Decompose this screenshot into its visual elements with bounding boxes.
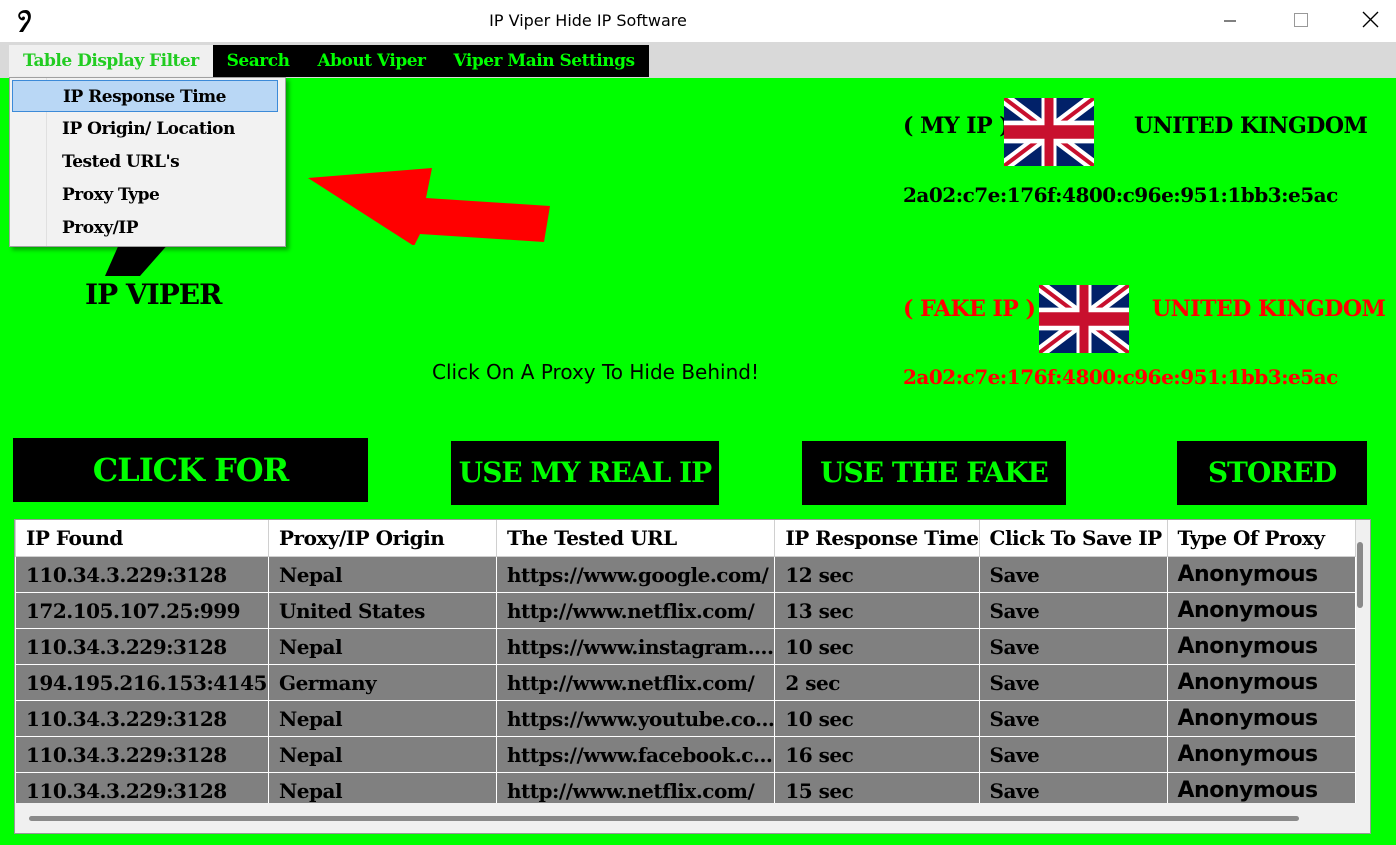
hint-text: Click On A Proxy To Hide Behind! xyxy=(432,360,759,384)
minimize-icon xyxy=(1224,20,1236,22)
menu-items: Table Display Filter Search About Viper … xyxy=(9,45,649,77)
dropdown-item-tested-urls[interactable]: Tested URL's xyxy=(12,146,278,178)
cell-ip: 110.34.3.229:3128 xyxy=(15,556,269,593)
fake-ip-address: 2a02:c7e:176f:4800:c96e:951:1bb3:e5ac xyxy=(903,365,1338,389)
vertical-scrollbar[interactable] xyxy=(1357,542,1363,608)
cell-save[interactable]: Save xyxy=(978,556,1168,593)
cell-ip: 110.34.3.229:3128 xyxy=(15,700,269,737)
cell-response-time: 10 sec xyxy=(774,700,980,737)
my-ip-address: 2a02:c7e:176f:4800:c96e:951:1bb3:e5ac xyxy=(903,183,1338,207)
menu-viper-main-settings[interactable]: Viper Main Settings xyxy=(440,45,649,77)
cell-proxy-type: Anonymous xyxy=(1166,628,1356,665)
cell-origin: Nepal xyxy=(268,556,497,593)
cell-proxy-type: Anonymous xyxy=(1166,700,1356,737)
cell-url: http://www.netflix.com/ xyxy=(495,664,776,701)
stored-ips-button[interactable]: STORED IP'S xyxy=(1177,441,1367,553)
uk-flag-icon xyxy=(1039,285,1129,353)
uk-flag-icon xyxy=(1004,98,1094,166)
use-my-real-ip-button[interactable]: USE MY REAL IP xyxy=(451,441,719,505)
cell-ip: 172.105.107.25:999 xyxy=(15,592,269,629)
cell-save[interactable]: Save xyxy=(978,628,1168,665)
viper-logo-icon xyxy=(105,242,170,276)
menu-search[interactable]: Search xyxy=(213,45,304,77)
cell-proxy-type: Anonymous xyxy=(1166,664,1356,701)
cell-ip: 110.34.3.229:3128 xyxy=(15,628,269,665)
dropdown-item-ip-response-time[interactable]: IP Response Time xyxy=(12,80,278,112)
menu-table-display-filter[interactable]: Table Display Filter xyxy=(9,45,213,77)
use-the-fake-ip-button[interactable]: USE THE FAKE IP xyxy=(802,441,1066,553)
cell-response-time: 16 sec xyxy=(774,736,980,773)
cell-url: https://www.google.com/ xyxy=(495,556,776,593)
cell-response-time: 10 sec xyxy=(774,628,980,665)
table-row[interactable]: 172.105.107.25:999 United States http://… xyxy=(15,592,1356,629)
dropdown-item-ip-origin-location[interactable]: IP Origin/ Location xyxy=(12,113,278,145)
col-header-save-ip[interactable]: Click To Save IP xyxy=(978,520,1168,557)
title-bar: IP Viper Hide IP Software xyxy=(0,0,1396,42)
cell-url: https://www.facebook.c... xyxy=(495,736,776,773)
minimize-button[interactable] xyxy=(1200,0,1260,42)
cell-origin: Nepal xyxy=(268,628,497,665)
table-header-row: IP Found Proxy/IP Origin The Tested URL … xyxy=(15,520,1356,557)
cell-save[interactable]: Save xyxy=(978,592,1168,629)
close-button[interactable] xyxy=(1340,0,1396,42)
cell-origin: United States xyxy=(268,592,497,629)
col-header-tested-url[interactable]: The Tested URL xyxy=(495,520,776,557)
fake-ip-country: UNITED KINGDOM xyxy=(1152,296,1386,322)
cell-ip: 194.195.216.153:4145 xyxy=(15,664,269,701)
table-row[interactable]: 194.195.216.153:4145 Germany http://www.… xyxy=(15,664,1356,701)
col-header-response-time[interactable]: IP Response Time xyxy=(774,520,980,557)
cell-proxy-type: Anonymous xyxy=(1166,736,1356,773)
col-header-proxy-type[interactable]: Type Of Proxy xyxy=(1166,520,1356,557)
maximize-icon xyxy=(1294,13,1308,27)
table-row[interactable]: 110.34.3.229:3128 Nepal https://www.inst… xyxy=(15,628,1356,665)
window-title: IP Viper Hide IP Software xyxy=(489,11,687,30)
cell-save[interactable]: Save xyxy=(978,736,1168,773)
table-filter-dropdown: IP Response Time IP Origin/ Location Tes… xyxy=(9,77,286,247)
cell-url: http://www.netflix.com/ xyxy=(495,592,776,629)
cell-url: https://www.youtube.co... xyxy=(495,700,776,737)
cell-proxy-type: Anonymous xyxy=(1166,592,1356,629)
proxy-table-container: IP Found Proxy/IP Origin The Tested URL … xyxy=(14,519,1371,834)
table-row[interactable]: 110.34.3.229:3128 Nepal https://www.face… xyxy=(15,736,1356,773)
cell-proxy-type: Anonymous xyxy=(1166,556,1356,593)
cell-response-time: 13 sec xyxy=(774,592,980,629)
dropdown-item-proxy-ip[interactable]: Proxy/IP xyxy=(12,212,278,244)
maximize-button[interactable] xyxy=(1270,0,1330,42)
table-row[interactable]: 110.34.3.229:3128 Nepal https://www.goog… xyxy=(15,556,1356,593)
cell-origin: Nepal xyxy=(268,700,497,737)
logo-text: IP VIPER xyxy=(85,278,222,311)
close-icon xyxy=(1362,11,1379,28)
col-header-ip-found[interactable]: IP Found xyxy=(15,520,269,557)
dropdown-item-proxy-type[interactable]: Proxy Type xyxy=(12,179,278,211)
cell-origin: Nepal xyxy=(268,736,497,773)
cell-response-time: 2 sec xyxy=(774,664,980,701)
fake-ip-label: ( FAKE IP ) xyxy=(903,296,1036,322)
horizontal-scroll-track xyxy=(15,803,1370,833)
cell-ip: 110.34.3.229:3128 xyxy=(15,736,269,773)
horizontal-scrollbar[interactable] xyxy=(29,816,1299,821)
cell-url: https://www.instagram.... xyxy=(495,628,776,665)
click-for-proxies-button[interactable]: CLICK FOR PROXIES xyxy=(13,438,368,553)
col-header-origin[interactable]: Proxy/IP Origin xyxy=(268,520,497,557)
cell-save[interactable]: Save xyxy=(978,700,1168,737)
my-ip-country: UNITED KINGDOM xyxy=(1134,113,1368,139)
my-ip-label: ( MY IP ) xyxy=(903,113,1010,139)
proxy-table: IP Found Proxy/IP Origin The Tested URL … xyxy=(15,520,1356,809)
menu-about-viper[interactable]: About Viper xyxy=(303,45,439,77)
red-arrow-icon xyxy=(308,168,550,245)
cell-response-time: 12 sec xyxy=(774,556,980,593)
table-row[interactable]: 110.34.3.229:3128 Nepal https://www.yout… xyxy=(15,700,1356,737)
cell-origin: Germany xyxy=(268,664,497,701)
cell-save[interactable]: Save xyxy=(978,664,1168,701)
